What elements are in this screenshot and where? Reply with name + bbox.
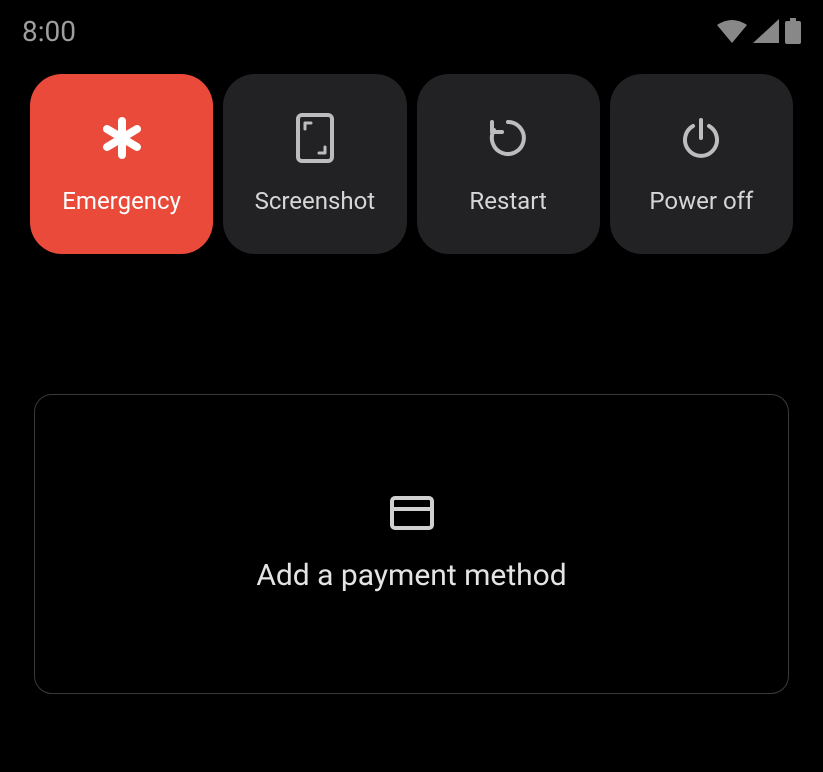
wifi-icon	[717, 19, 747, 43]
status-bar: 8:00	[0, 0, 823, 50]
screenshot-label: Screenshot	[255, 187, 376, 215]
restart-icon	[486, 113, 530, 163]
emergency-label: Emergency	[62, 187, 181, 215]
power-menu: Emergency Screenshot Restart Pow	[0, 50, 823, 254]
credit-card-icon	[390, 496, 434, 530]
battery-icon	[785, 18, 801, 44]
add-payment-method-card[interactable]: Add a payment method	[34, 394, 789, 694]
asterisk-icon	[99, 113, 145, 163]
status-time: 8:00	[22, 15, 76, 48]
emergency-button[interactable]: Emergency	[30, 74, 213, 254]
status-icons	[717, 18, 801, 44]
screenshot-button[interactable]: Screenshot	[223, 74, 406, 254]
power-off-button[interactable]: Power off	[610, 74, 793, 254]
restart-button[interactable]: Restart	[417, 74, 600, 254]
power-icon	[679, 113, 723, 163]
restart-label: Restart	[469, 187, 546, 215]
add-payment-label: Add a payment method	[256, 558, 566, 593]
screenshot-icon	[295, 113, 335, 163]
power-off-label: Power off	[649, 187, 753, 215]
cellular-icon	[753, 19, 779, 43]
